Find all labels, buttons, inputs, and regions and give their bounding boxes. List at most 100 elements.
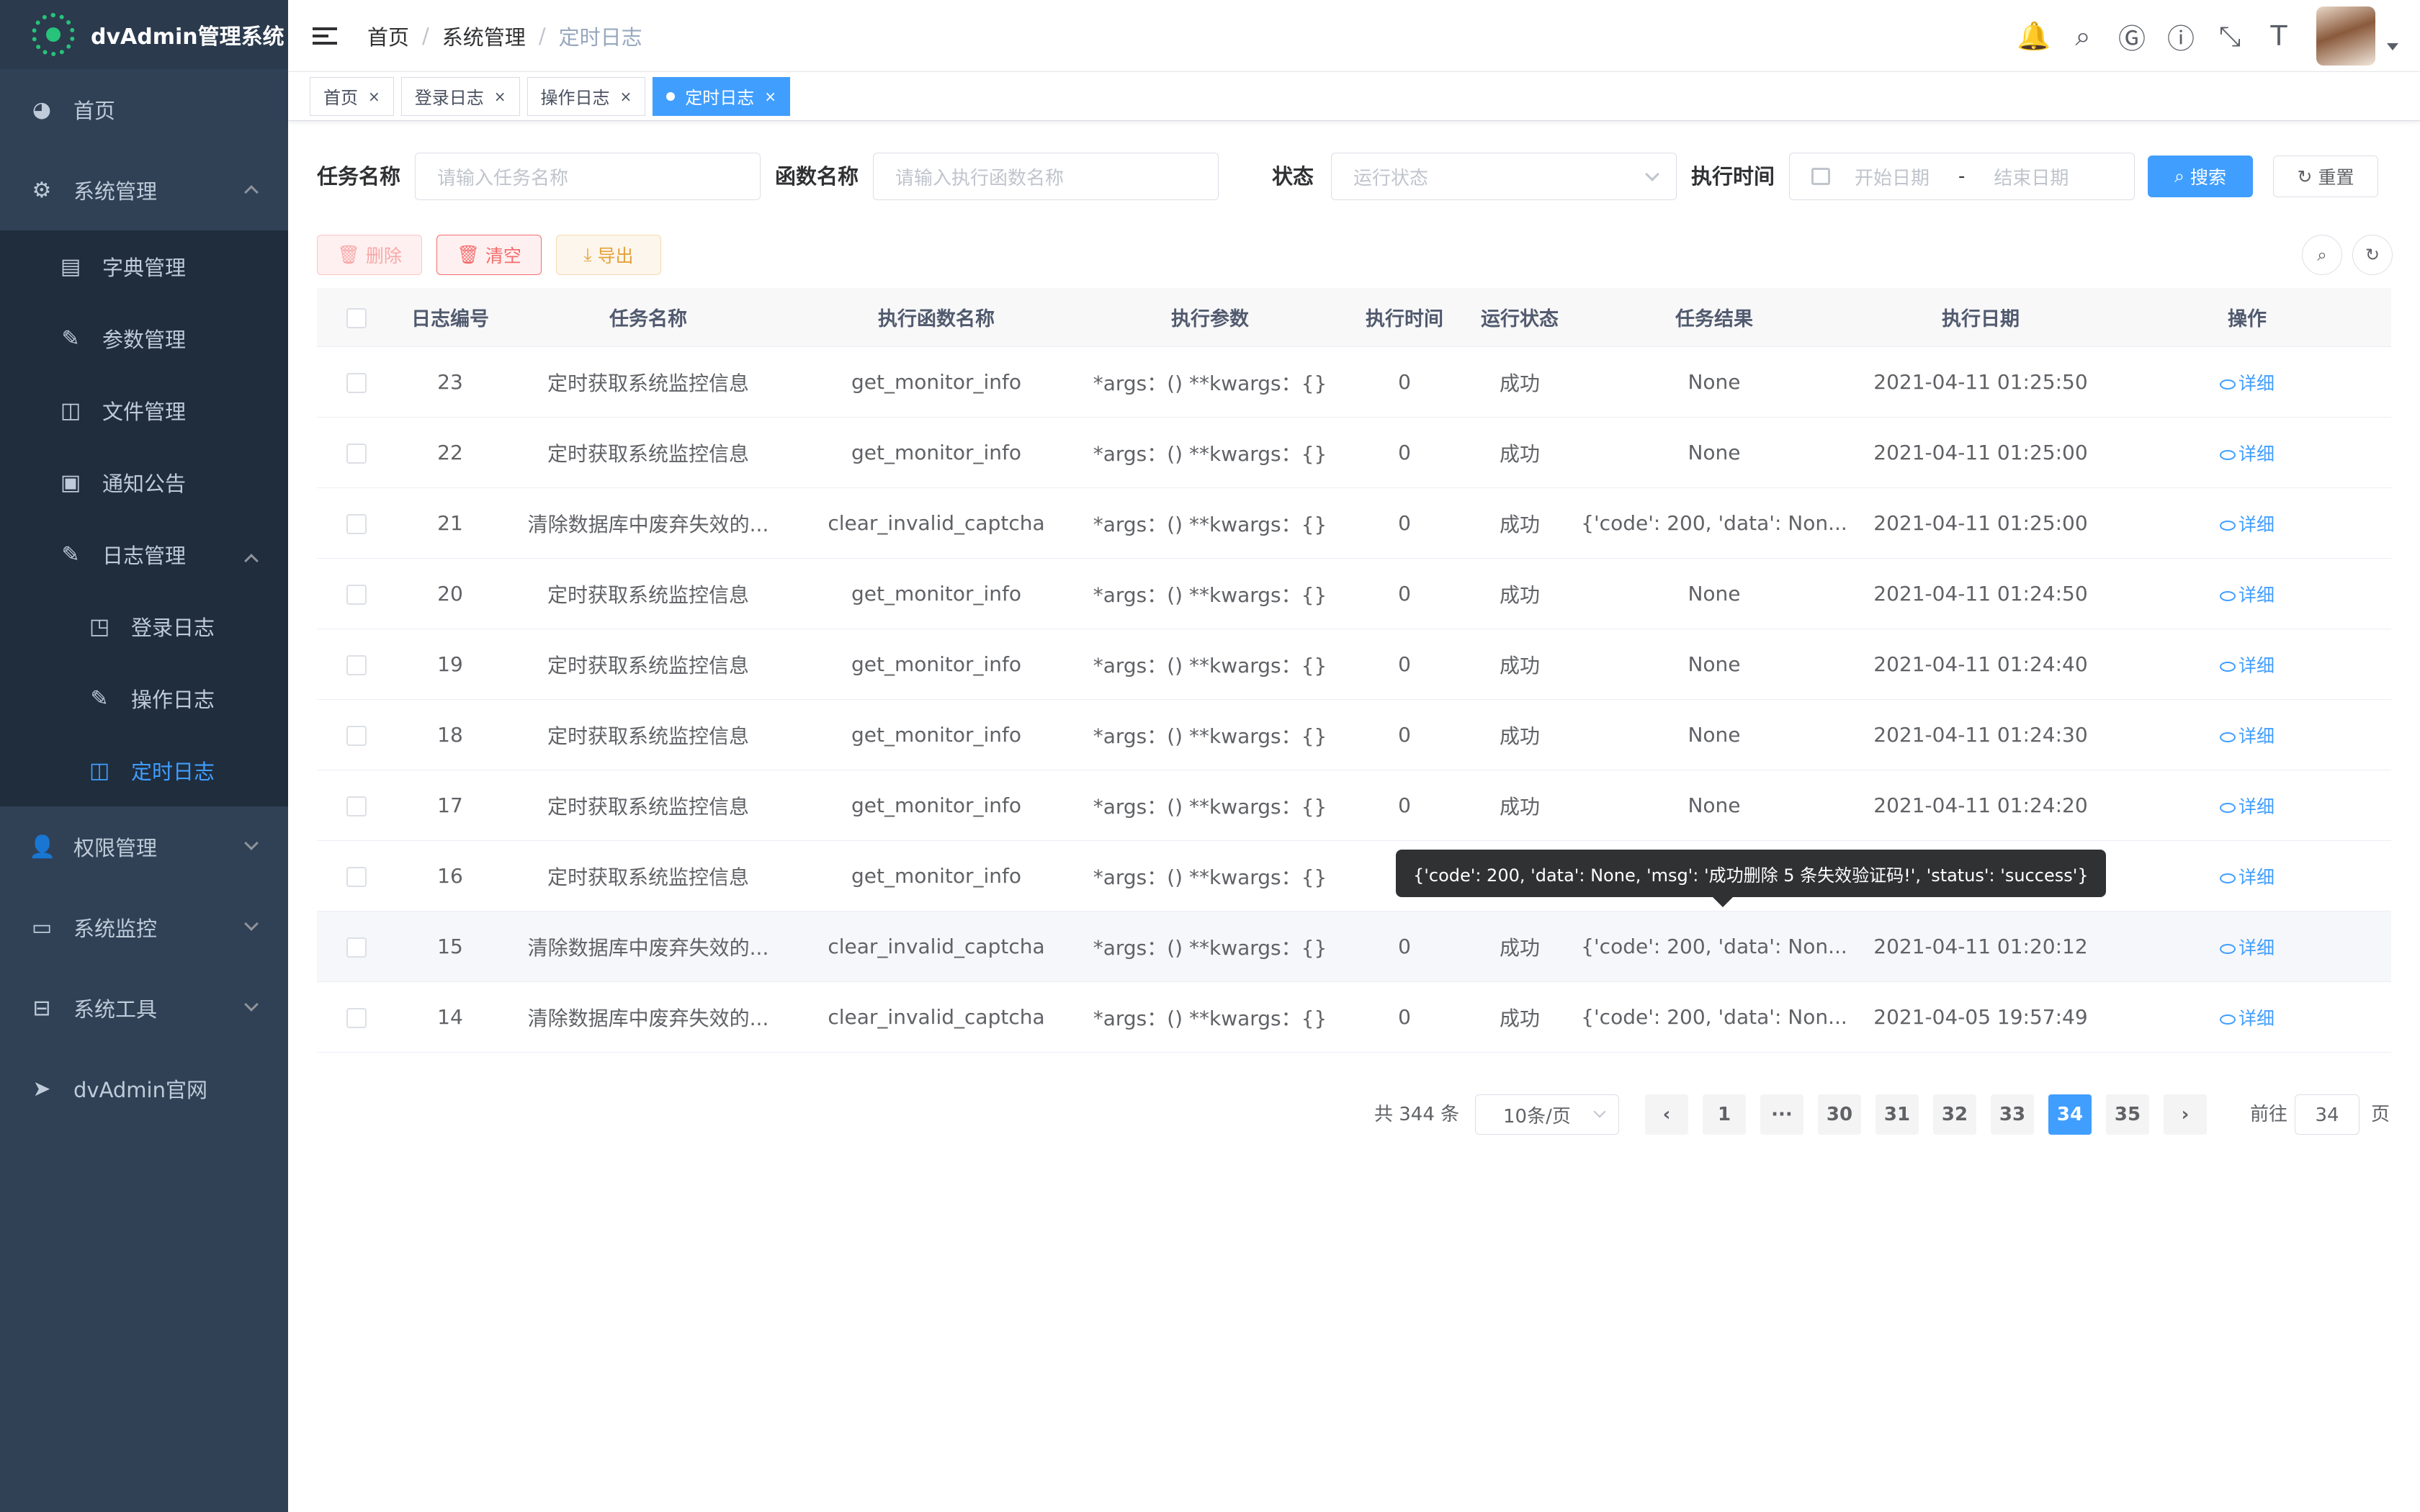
avatar[interactable] <box>2316 6 2375 66</box>
sidebar-item-timer-log[interactable]: ◫ 定时日志 <box>0 734 288 806</box>
eye-icon <box>2219 873 2236 883</box>
detail-link[interactable]: 详细 <box>2219 937 2275 958</box>
page-number-button[interactable]: 33 <box>1991 1094 2034 1135</box>
help-icon[interactable]: ⓘ <box>2156 12 2205 60</box>
detail-link[interactable]: 详细 <box>2219 1008 2275 1029</box>
sidebar-item-home[interactable]: ◕ 首页 <box>0 69 288 150</box>
next-page-button[interactable]: › <box>2164 1094 2207 1135</box>
github-icon[interactable]: Ⓖ <box>2107 12 2156 60</box>
row-checkbox[interactable] <box>346 373 367 393</box>
detail-link[interactable]: 详细 <box>2219 867 2275 888</box>
reset-button[interactable]: ↻ 重置 <box>2273 156 2378 197</box>
fullscreen-icon[interactable]: ⤡ <box>2205 12 2254 60</box>
detail-link[interactable]: 详细 <box>2219 514 2275 535</box>
font-size-icon[interactable]: T <box>2254 12 2303 60</box>
page-number-button[interactable]: 34 <box>2048 1094 2092 1135</box>
toggle-search-button[interactable]: ⌕ <box>2302 235 2342 275</box>
prev-page-button[interactable]: ‹ <box>1645 1094 1688 1135</box>
table-row[interactable]: 20 定时获取系统监控信息 get_monitor_info *args：() **k… <box>317 559 2391 629</box>
select-all-checkbox[interactable] <box>346 307 367 328</box>
row-checkbox[interactable] <box>346 514 367 534</box>
sidebar-item-tools[interactable]: ⊟ 系统工具 <box>0 968 288 1048</box>
sidebar-item-monitor[interactable]: ▭ 系统监控 <box>0 887 288 968</box>
refresh-button[interactable]: ↻ <box>2352 235 2393 275</box>
tag-home[interactable]: 首页 × <box>310 76 394 116</box>
sidebar-item-system[interactable]: ⚙ 系统管理 <box>0 150 288 230</box>
row-checkbox[interactable] <box>346 585 367 605</box>
table-row[interactable]: 15 清除数据库中废弃失效的... clear_invalid_captcha *ar… <box>317 912 2391 982</box>
detail-link[interactable]: 详细 <box>2219 373 2275 394</box>
column-header[interactable]: 任务结果 <box>1570 303 1858 331</box>
table-row[interactable]: 18 定时获取系统监控信息 get_monitor_info *args：() **k… <box>317 700 2391 770</box>
row-checkbox[interactable] <box>346 796 367 816</box>
page-number-button[interactable]: 31 <box>1876 1094 1919 1135</box>
date-range-picker[interactable]: 开始日期 - 结束日期 <box>1789 153 2135 200</box>
detail-link[interactable]: 详细 <box>2219 726 2275 747</box>
caret-down-icon[interactable] <box>2387 43 2398 50</box>
row-checkbox[interactable] <box>346 937 367 958</box>
goto-page-input[interactable]: 34 <box>2295 1094 2360 1135</box>
bell-icon[interactable]: 🔔 <box>2009 12 2058 60</box>
func-name-input[interactable]: 请输入执行函数名称 <box>873 153 1219 200</box>
table-row[interactable]: 23 定时获取系统监控信息 get_monitor_info *args：() **k… <box>317 347 2391 418</box>
clear-button[interactable]: 🗑 清空 <box>436 235 542 275</box>
column-header[interactable]: 执行函数名称 <box>792 303 1080 331</box>
table-row[interactable]: 22 定时获取系统监控信息 get_monitor_info *args：() **k… <box>317 418 2391 488</box>
eye-icon <box>2219 520 2236 531</box>
column-header[interactable]: 执行日期 <box>1858 303 2103 331</box>
sidebar-item-files[interactable]: ◫ 文件管理 <box>0 374 288 446</box>
page-number-button[interactable]: 1 <box>1703 1094 1746 1135</box>
table-row[interactable]: 14 清除数据库中废弃失效的... clear_invalid_captcha *ar… <box>317 982 2391 1053</box>
tag-op-log[interactable]: 操作日志 × <box>526 76 646 116</box>
sidebar-item-logs[interactable]: ✎ 日志管理 <box>0 518 288 590</box>
search-icon[interactable]: ⌕ <box>2058 12 2107 60</box>
table-row[interactable]: 19 定时获取系统监控信息 get_monitor_info *args：() **k… <box>317 629 2391 700</box>
actions-cell: 详细 <box>2103 581 2391 607</box>
breadcrumb-system[interactable]: 系统管理 <box>442 21 526 51</box>
sidebar-item-params[interactable]: ✎ 参数管理 <box>0 302 288 374</box>
search-button[interactable]: ⌕ 搜索 <box>2148 156 2253 197</box>
page-number-button[interactable]: 35 <box>2106 1094 2149 1135</box>
sidebar-item-notice[interactable]: ▣ 通知公告 <box>0 446 288 518</box>
column-header[interactable]: 操作 <box>2103 303 2391 331</box>
exec-date-cell: 2021-04-11 01:20:12 <box>1873 935 2088 958</box>
column-header[interactable]: 日志编号 <box>396 303 504 331</box>
page-ellipsis[interactable]: ··· <box>1760 1094 1803 1135</box>
sidebar-item-perm[interactable]: 👤 权限管理 <box>0 806 288 887</box>
tag-login-log[interactable]: 登录日志 × <box>400 76 520 116</box>
row-checkbox[interactable] <box>346 444 367 464</box>
sidebar-item-dict[interactable]: ▤ 字典管理 <box>0 230 288 302</box>
detail-link[interactable]: 详细 <box>2219 585 2275 606</box>
app-logo[interactable]: dvAdmin管理系统 <box>0 0 288 69</box>
hamburger-icon[interactable] <box>313 23 337 49</box>
sidebar-item-login-log[interactable]: ◳ 登录日志 <box>0 590 288 662</box>
detail-link[interactable]: 详细 <box>2219 655 2275 676</box>
breadcrumb-home[interactable]: 首页 <box>367 21 409 51</box>
sidebar-item-op-log[interactable]: ✎ 操作日志 <box>0 662 288 734</box>
column-header[interactable]: 运行状态 <box>1469 303 1570 331</box>
page-number-button[interactable]: 32 <box>1933 1094 1976 1135</box>
column-header[interactable]: 执行参数 <box>1080 303 1340 331</box>
detail-link[interactable]: 详细 <box>2219 796 2275 817</box>
row-checkbox[interactable] <box>346 867 367 887</box>
page-number-button[interactable]: 30 <box>1818 1094 1861 1135</box>
close-icon[interactable]: × <box>620 88 632 105</box>
close-icon[interactable]: × <box>368 88 380 105</box>
table-row[interactable]: 21 清除数据库中废弃失效的... clear_invalid_captcha *ar… <box>317 488 2391 559</box>
tag-timer-log[interactable]: 定时日志 × <box>653 76 791 116</box>
close-icon[interactable]: × <box>494 88 506 105</box>
table-row[interactable]: 17 定时获取系统监控信息 get_monitor_info *args：() **k… <box>317 770 2391 841</box>
detail-link[interactable]: 详细 <box>2219 444 2275 464</box>
row-checkbox[interactable] <box>346 655 367 675</box>
sidebar-item-official[interactable]: ➤ dvAdmin官网 <box>0 1048 288 1129</box>
row-checkbox[interactable] <box>346 1008 367 1028</box>
task-name-input[interactable]: 请输入任务名称 <box>415 153 761 200</box>
export-button[interactable]: ⤓ 导出 <box>556 235 661 275</box>
status-select[interactable]: 运行状态 <box>1331 153 1677 200</box>
page-size-select[interactable]: 10条/页 <box>1475 1094 1619 1135</box>
close-icon[interactable]: × <box>764 88 776 105</box>
column-header[interactable]: 执行时间 <box>1340 303 1469 331</box>
row-checkbox[interactable] <box>346 726 367 746</box>
delete-button[interactable]: 🗑 删除 <box>317 235 422 275</box>
column-header[interactable]: 任务名称 <box>504 303 792 331</box>
